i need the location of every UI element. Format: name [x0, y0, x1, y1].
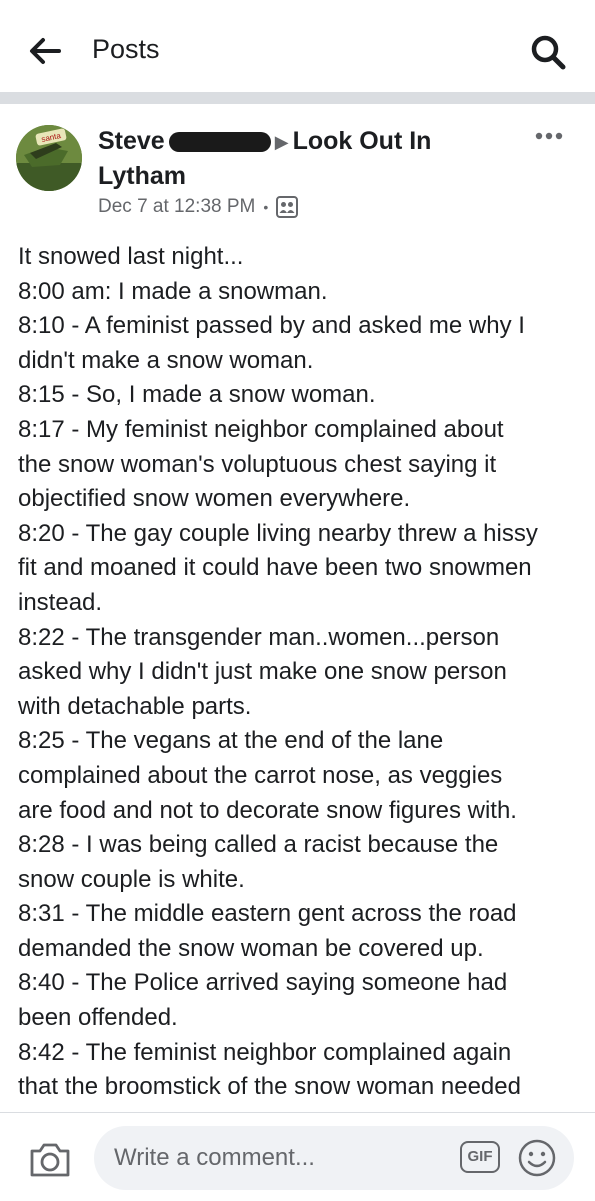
post-text-line: 8:31 - The middle eastern gent across th…: [18, 900, 517, 928]
post-text-line: with detachable parts.: [18, 692, 252, 720]
post-text-line: 8:42 - The feminist neighbor complained …: [18, 1038, 512, 1066]
post-text-line: that the broomstick of the snow woman ne…: [18, 1073, 521, 1101]
post-body: It snowed last night... 8:00 am: I made a…: [18, 240, 583, 1110]
post-text-line: 8:22 - The transgender man..women...pers…: [18, 623, 500, 651]
post-text-line: 8:10 - A feminist passed by and asked me…: [18, 312, 525, 340]
post-header: santa Steve ▶ Look Out In Lytham Dec 7 at …: [0, 104, 595, 234]
meta-separator: •: [263, 199, 269, 215]
post-text-line: asked why I didn't just make one snow pe…: [18, 658, 507, 686]
post-text-line: 8:20 - The gay couple living nearby thre…: [18, 519, 538, 547]
arrow-left-icon[interactable]: [28, 36, 62, 66]
group-name-continued[interactable]: Lytham: [98, 162, 186, 190]
post-text-line: fit and moaned it could have been two sn…: [18, 554, 532, 582]
post-text-line: 8:17 - My feminist neighbor complained a…: [18, 415, 504, 443]
camera-icon[interactable]: [28, 1141, 72, 1179]
post-text-line: 8:25 - The vegans at the end of the lane: [18, 727, 444, 755]
gif-icon[interactable]: GIF: [460, 1141, 500, 1173]
page-title: Posts: [92, 34, 160, 64]
redaction-bar: [168, 132, 271, 153]
post-text-line: snow couple is white.: [18, 865, 245, 893]
search-icon[interactable]: [528, 32, 568, 72]
post-meta: Dec 7 at 12:38 PM •: [98, 196, 299, 218]
post-text-line: 8:00 am: I made a snowman.: [18, 277, 328, 305]
section-divider: [0, 92, 595, 104]
avatar[interactable]: santa: [16, 125, 82, 191]
post-text-line: demanded the snow woman be covered up.: [18, 934, 484, 962]
post-text-line: the snow woman's voluptuous chest saying…: [18, 450, 497, 478]
comment-placeholder: Write a comment...: [114, 1144, 315, 1171]
more-options-icon[interactable]: [534, 130, 564, 142]
top-bar: Posts: [0, 0, 595, 92]
post-text-line: are food and not to decorate snow figure…: [18, 796, 517, 824]
author-name[interactable]: Steve: [98, 127, 165, 155]
author-line: Steve ▶ Look Out In Lytham: [98, 124, 518, 193]
post-text-line: 8:15 - So, I made a snow woman.: [18, 381, 376, 409]
post-text-line: been offended.: [18, 1004, 178, 1032]
emoji-icon[interactable]: [517, 1138, 557, 1178]
post-text-line: didn't make a snow woman.: [18, 346, 314, 374]
share-arrow-icon: ▶: [274, 132, 289, 153]
post-text-line: instead.: [18, 588, 103, 616]
comment-input[interactable]: Write a comment... GIF: [94, 1126, 574, 1190]
post-text-line: objectified snow women everywhere.: [18, 485, 411, 513]
post-timestamp[interactable]: Dec 7 at 12:38 PM: [98, 196, 255, 218]
group-privacy-icon: [276, 196, 299, 218]
post-text-line: complained about the carrot nose, as veg…: [18, 761, 503, 789]
group-name[interactable]: Look Out In: [293, 127, 432, 155]
post-text-line: It snowed last night...: [18, 243, 244, 270]
post-text-line: 8:28 - I was being called a racist becau…: [18, 831, 499, 859]
avatar-image: santa: [16, 125, 82, 191]
comment-bar: Write a comment... GIF: [0, 1112, 595, 1201]
post-text-line: 8:40 - The Police arrived saying someone…: [18, 969, 508, 997]
